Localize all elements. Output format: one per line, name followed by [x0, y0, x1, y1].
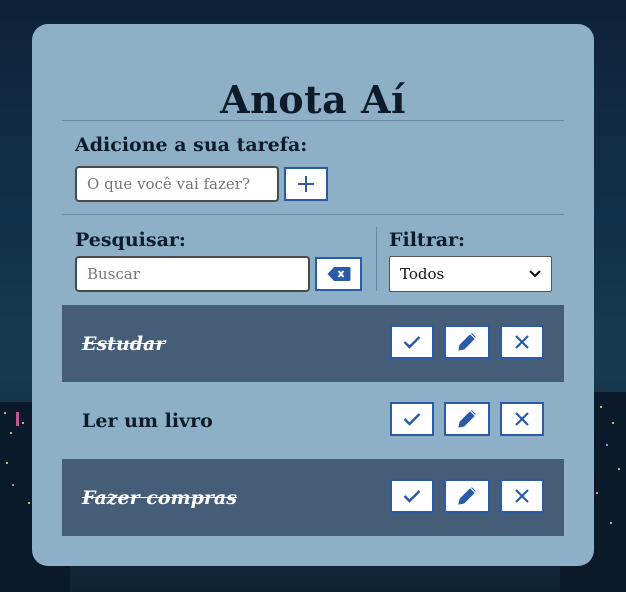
x-icon: [515, 489, 529, 503]
search-input[interactable]: [75, 256, 310, 292]
chevron-down-icon: [529, 270, 541, 278]
todo-text: Fazer compras: [82, 486, 237, 509]
add-task-label: Adicione a sua tarefa:: [75, 134, 308, 156]
remove-todo-button[interactable]: [500, 479, 544, 513]
filter-select[interactable]: Todos: [389, 256, 552, 292]
check-icon: [403, 336, 421, 349]
divider: [62, 120, 564, 121]
todo-item: Fazer compras: [62, 459, 564, 536]
x-icon: [515, 335, 529, 349]
todo-item: Estudar: [62, 305, 564, 382]
clear-search-button[interactable]: [315, 257, 362, 291]
pencil-icon: [458, 410, 476, 428]
edit-todo-button[interactable]: [444, 325, 490, 359]
todo-item: Ler um livro: [62, 382, 564, 459]
remove-todo-button[interactable]: [500, 402, 544, 436]
finish-todo-button[interactable]: [390, 325, 434, 359]
filter-label: Filtrar:: [389, 229, 466, 251]
todo-text: Estudar: [82, 332, 166, 355]
page-title: Anota Aí: [220, 77, 406, 122]
divider: [62, 214, 564, 215]
add-task-button[interactable]: [284, 167, 328, 201]
backspace-icon: [327, 267, 350, 281]
finish-todo-button[interactable]: [390, 402, 434, 436]
plus-icon: [298, 176, 314, 192]
x-icon: [515, 412, 529, 426]
check-icon: [403, 413, 421, 426]
edit-todo-button[interactable]: [444, 402, 490, 436]
pencil-icon: [458, 333, 476, 351]
todo-card: Anota Aí Adicione a sua tarefa: Pesquisa…: [32, 24, 594, 566]
todo-text: Ler um livro: [82, 409, 213, 432]
task-input[interactable]: [75, 166, 279, 202]
search-label: Pesquisar:: [75, 229, 186, 251]
pencil-icon: [458, 487, 476, 505]
remove-todo-button[interactable]: [500, 325, 544, 359]
finish-todo-button[interactable]: [390, 479, 434, 513]
vertical-divider: [376, 227, 377, 291]
check-icon: [403, 490, 421, 503]
edit-todo-button[interactable]: [444, 479, 490, 513]
filter-selected-value: Todos: [400, 265, 445, 283]
